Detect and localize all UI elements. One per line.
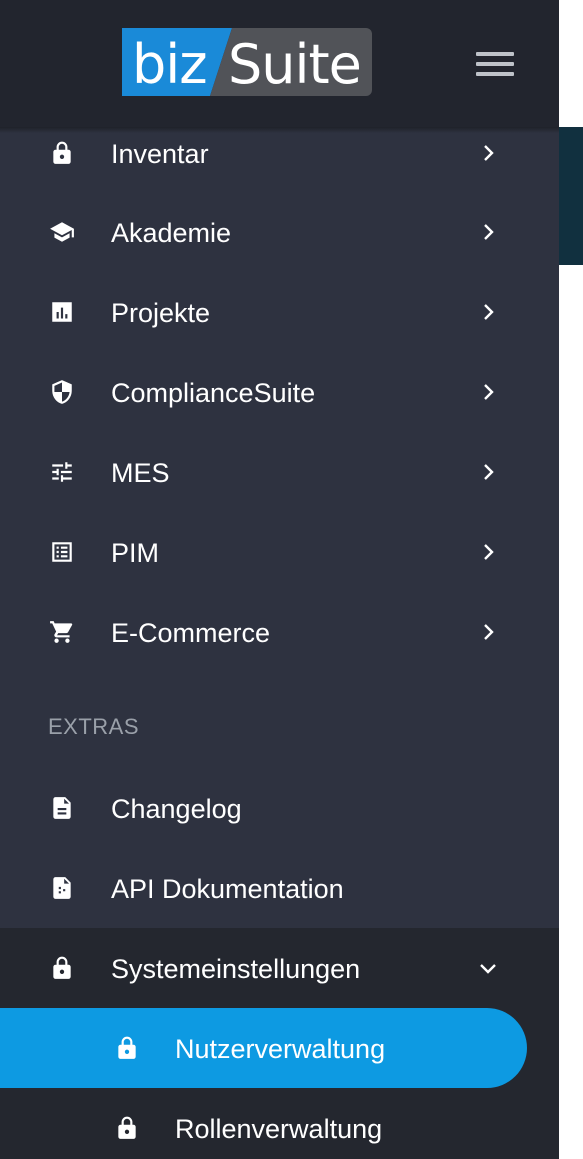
sidebar-item-api-dokumentation[interactable]: API Dokumentation — [0, 848, 559, 928]
sidebar-item-label: Akademie — [111, 218, 232, 248]
logo-text-suite: Suite — [228, 33, 362, 96]
bizsuite-logo[interactable]: biz Suite — [122, 28, 372, 96]
logo-text-biz: biz — [132, 33, 208, 96]
sidebar-header: biz Suite — [0, 0, 559, 127]
lock-icon — [49, 955, 75, 981]
sidebar-item-pim[interactable]: PIM — [0, 512, 559, 592]
chevron-right-icon — [478, 143, 498, 163]
sidebar-item-mes[interactable]: MES — [0, 432, 559, 512]
hamburger-line — [476, 52, 514, 56]
chevron-right-icon — [478, 622, 498, 642]
shield-icon — [49, 379, 75, 405]
sidebar-item-label: MES — [111, 458, 170, 488]
hamburger-menu-icon[interactable] — [476, 52, 514, 80]
sidebar-item-systemeinstellungen[interactable]: Systemeinstellungen — [0, 928, 559, 1008]
document-icon — [49, 795, 75, 821]
chevron-right-icon — [478, 302, 498, 322]
chevron-right-icon — [478, 382, 498, 402]
section-heading-extras: EXTRAS — [48, 714, 140, 739]
api-document-icon — [49, 875, 75, 901]
header-shadow — [0, 127, 559, 133]
sidebar-item-label: Changelog — [111, 794, 242, 824]
shopping-cart-icon — [49, 619, 75, 645]
sidebar-item-compliancesuite[interactable]: ComplianceSuite — [0, 352, 559, 432]
sidebar-item-akademie[interactable]: Akademie — [0, 192, 559, 272]
chevron-down-icon — [478, 958, 498, 978]
submenu-item-rollenverwaltung[interactable]: Rollenverwaltung — [0, 1088, 559, 1159]
sidebar-item-e-commerce[interactable]: E-Commerce — [0, 592, 559, 672]
sidebar-item-label: Inventar — [111, 139, 209, 169]
submenu-item-nutzerverwaltung[interactable]: Nutzerverwaltung — [0, 1008, 559, 1088]
chevron-right-icon — [478, 542, 498, 562]
sidebar-item-label: Systemeinstellungen — [111, 954, 361, 984]
lock-icon — [114, 1115, 140, 1141]
lock-icon — [114, 1035, 140, 1061]
list-box-icon — [49, 539, 75, 565]
sidebar: Inventar Akademie Projekte ComplianceSui… — [0, 0, 559, 1159]
sliders-icon — [49, 459, 75, 485]
graduation-cap-icon — [49, 219, 75, 245]
chevron-right-icon — [478, 222, 498, 242]
lock-icon — [49, 140, 75, 166]
sidebar-item-label: API Dokumentation — [111, 874, 344, 904]
sidebar-item-label: PIM — [111, 538, 160, 568]
submenu-item-label: Rollenverwaltung — [175, 1114, 383, 1144]
sidebar-item-label: Projekte — [111, 298, 211, 328]
sidebar-item-projekte[interactable]: Projekte — [0, 272, 559, 352]
sidebar-item-label: E-Commerce — [111, 618, 271, 648]
sidebar-item-label: ComplianceSuite — [111, 378, 316, 408]
submenu-item-label: Nutzerverwaltung — [175, 1034, 386, 1064]
sidebar-item-changelog[interactable]: Changelog — [0, 768, 559, 848]
hamburger-line — [476, 72, 514, 76]
hamburger-line — [476, 62, 514, 66]
content-header-strip — [559, 127, 583, 265]
chevron-right-icon — [478, 462, 498, 482]
bar-chart-icon — [49, 299, 75, 325]
